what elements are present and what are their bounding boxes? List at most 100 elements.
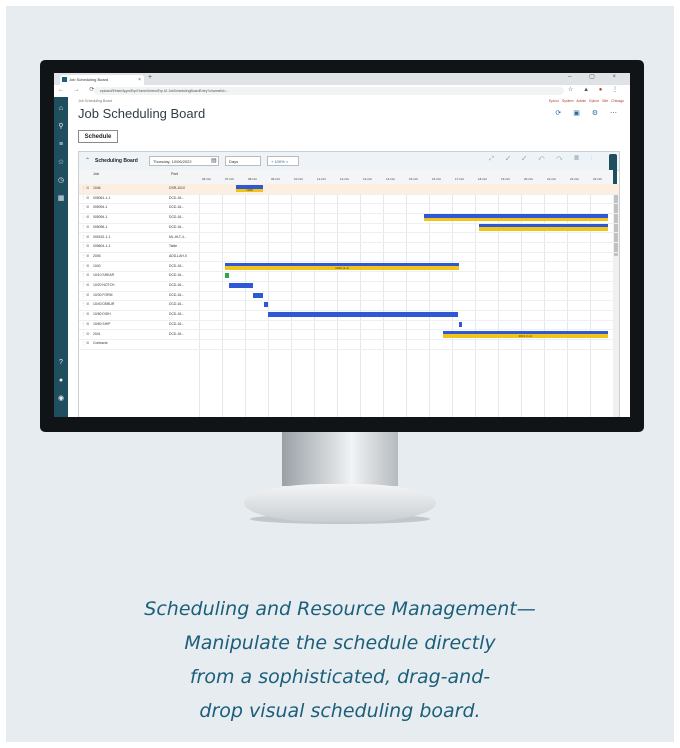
expand-icon[interactable]: ⋮ ⊞ bbox=[82, 330, 89, 339]
browser-nav-buttons[interactable]: ← → ⟳ bbox=[58, 86, 98, 93]
part-cell: Table bbox=[169, 244, 178, 249]
breadcrumb[interactable]: Job Scheduling Board bbox=[78, 99, 112, 103]
board-tool-icons[interactable]: ⤢ ✓ ✓ ↶ ↷ ▦ ⋮ bbox=[489, 156, 597, 163]
close-tab-icon[interactable]: × bbox=[138, 75, 141, 85]
caption-line: Manipulate the schedule directly bbox=[184, 632, 496, 654]
part-cell: DCD-16... bbox=[169, 195, 185, 200]
top-link-site[interactable]: Epicor Site bbox=[589, 99, 608, 103]
expand-icon[interactable]: ⋮ ⊞ bbox=[82, 310, 89, 319]
table-row[interactable]: ⋮ ⊞ Contracts bbox=[79, 339, 619, 350]
schedule-bar[interactable] bbox=[229, 283, 253, 288]
monitor-frame: Job Scheduling Board × + – ▢ × ← → ⟳ epi… bbox=[40, 60, 644, 432]
date-header-cell: 15-Oct bbox=[409, 177, 419, 181]
caption-line: drop visual scheduling board. bbox=[199, 700, 481, 722]
job-cell: Contracts bbox=[93, 341, 108, 346]
caption: Scheduling and Resource Management— Mani… bbox=[40, 592, 640, 728]
calendar-icon[interactable]: ▤ bbox=[211, 157, 217, 164]
job-cell: 10/40 DEBUR bbox=[93, 302, 115, 307]
date-header-cell: 17-Oct bbox=[455, 177, 465, 181]
monitor-stand-neck bbox=[282, 432, 398, 486]
notifications-icon[interactable]: ● bbox=[54, 377, 68, 385]
part-cell: ADD-LAH-0 bbox=[169, 253, 187, 258]
part-cell: ML-HLT-4... bbox=[169, 234, 187, 239]
job-cell: 005061-1-1 bbox=[93, 195, 111, 200]
browser-tab[interactable]: Job Scheduling Board × bbox=[60, 75, 144, 85]
menu-icon[interactable]: ≡ bbox=[54, 141, 68, 149]
browser-toolbar-icons[interactable]: ☆ ▲ ● ⋮ bbox=[568, 86, 622, 93]
home-icon[interactable]: ⌂ bbox=[54, 105, 68, 113]
expand-icon[interactable]: ⋮ ⊞ bbox=[82, 194, 89, 203]
expand-icon[interactable]: ⋮ ⊞ bbox=[82, 252, 89, 261]
part-cell: DCD-16... bbox=[169, 273, 185, 278]
date-field[interactable]: Thursday, 10/06/2022 bbox=[149, 156, 219, 166]
part-cell: DCD-16... bbox=[169, 263, 185, 268]
job-cell: 1046 bbox=[93, 186, 101, 190]
schedule-bar[interactable] bbox=[459, 321, 462, 327]
favicon-icon bbox=[62, 77, 67, 82]
expand-icon[interactable]: ⋮ ⊞ bbox=[82, 184, 89, 193]
board-toolbar: ⌃ Scheduling Board Thursday, 10/06/2022 … bbox=[79, 152, 619, 188]
date-header-cell: 14-Oct bbox=[386, 177, 396, 181]
part-column-header[interactable]: Part bbox=[169, 170, 199, 185]
job-cell: 005094-1 bbox=[93, 215, 108, 220]
expand-icon[interactable]: ⋮ ⊞ bbox=[82, 233, 89, 242]
expand-icon[interactable]: ⋮ ⊞ bbox=[82, 300, 89, 309]
schedule-bar[interactable] bbox=[225, 273, 229, 279]
user-icon[interactable]: ◉ bbox=[54, 395, 68, 403]
part-cell: DCD-16... bbox=[169, 205, 185, 210]
part-cell: DCD-16... bbox=[169, 302, 185, 307]
caption-line: Scheduling and Resource Management— bbox=[144, 598, 536, 620]
schedule-bar[interactable]: 1046 bbox=[236, 185, 263, 192]
expand-icon[interactable]: ⋮ ⊞ bbox=[82, 339, 89, 348]
schedule-bar[interactable] bbox=[264, 302, 268, 308]
view-select[interactable]: Days bbox=[225, 156, 261, 166]
part-cell: DCD-16... bbox=[169, 331, 185, 336]
schedule-bar[interactable] bbox=[424, 214, 608, 222]
dashboard-icon[interactable]: ▦ bbox=[54, 195, 68, 203]
browser-tab-title: Job Scheduling Board bbox=[69, 77, 109, 82]
history-icon[interactable]: ◷ bbox=[54, 177, 68, 185]
schedule-bar[interactable]: 2041 (1-1) bbox=[443, 330, 608, 338]
favorites-icon[interactable]: ☆ bbox=[54, 159, 68, 167]
new-tab-icon[interactable]: + bbox=[148, 74, 152, 81]
help-icon[interactable]: ? bbox=[54, 359, 68, 367]
collapse-chevron-icon[interactable]: ⌃ bbox=[85, 157, 90, 164]
profile-icon[interactable]: ● bbox=[599, 87, 607, 93]
schedule-bar[interactable] bbox=[268, 312, 458, 318]
expand-icon[interactable]: ⋮ ⊞ bbox=[82, 291, 89, 300]
schedule-bar[interactable] bbox=[253, 292, 263, 298]
top-link-plant[interactable]: Chicago bbox=[611, 99, 624, 103]
expand-icon[interactable]: ⋮ ⊞ bbox=[82, 242, 89, 251]
date-header-cell: 06-Oct bbox=[202, 177, 212, 181]
schedule-button[interactable]: Schedule bbox=[78, 130, 118, 143]
expand-icon[interactable]: ⋮ ⊞ bbox=[82, 203, 89, 212]
url-field[interactable]: epicaml/Einstr/Apps/Erp/Home/#/view/Erp.… bbox=[94, 87, 564, 95]
zoom-chip[interactable]: + 100% × bbox=[267, 156, 299, 166]
expand-icon[interactable]: ⋮ ⊞ bbox=[82, 281, 89, 290]
job-cell: 10/30 FORM bbox=[93, 292, 113, 297]
part-cell: DCD-16... bbox=[169, 321, 185, 326]
search-icon[interactable]: ⚲ bbox=[54, 123, 68, 131]
part-cell: DCD-16... bbox=[169, 215, 185, 220]
date-header-cell: 08-Oct bbox=[248, 177, 258, 181]
date-header-cell: 22-Oct bbox=[570, 177, 580, 181]
expand-icon[interactable]: ⋮ ⊞ bbox=[82, 320, 89, 329]
expand-icon[interactable]: ⋮ ⊞ bbox=[82, 271, 89, 280]
job-cell: 005604-1-1 bbox=[93, 244, 111, 249]
date-header-cell: 20-Oct bbox=[524, 177, 534, 181]
board-title: Scheduling Board bbox=[95, 158, 138, 164]
expand-icon[interactable]: ⋮ ⊞ bbox=[82, 262, 89, 271]
top-link-company[interactable]: Epicor System Admin bbox=[549, 99, 586, 103]
job-column-header[interactable]: Job bbox=[79, 170, 169, 185]
app-content: Job Scheduling Board Epicor System Admin… bbox=[68, 97, 630, 417]
schedule-bar[interactable]: 1040 (1-1) bbox=[225, 262, 459, 270]
window-controls[interactable]: – ▢ × bbox=[568, 73, 624, 80]
schedule-bar[interactable] bbox=[479, 223, 608, 231]
part-cell: DCD-16... bbox=[169, 292, 185, 297]
browser-tab-bar: Job Scheduling Board × + – ▢ × bbox=[54, 73, 630, 85]
header-action-icons[interactable]: ⟳ ▣ ⚙ ⋯ bbox=[555, 109, 622, 117]
expand-icon[interactable]: ⋮ ⊞ bbox=[82, 223, 89, 232]
bar-job bbox=[479, 227, 608, 231]
expand-icon[interactable]: ⋮ ⊞ bbox=[82, 213, 89, 222]
date-header-cell: 18-Oct bbox=[478, 177, 488, 181]
